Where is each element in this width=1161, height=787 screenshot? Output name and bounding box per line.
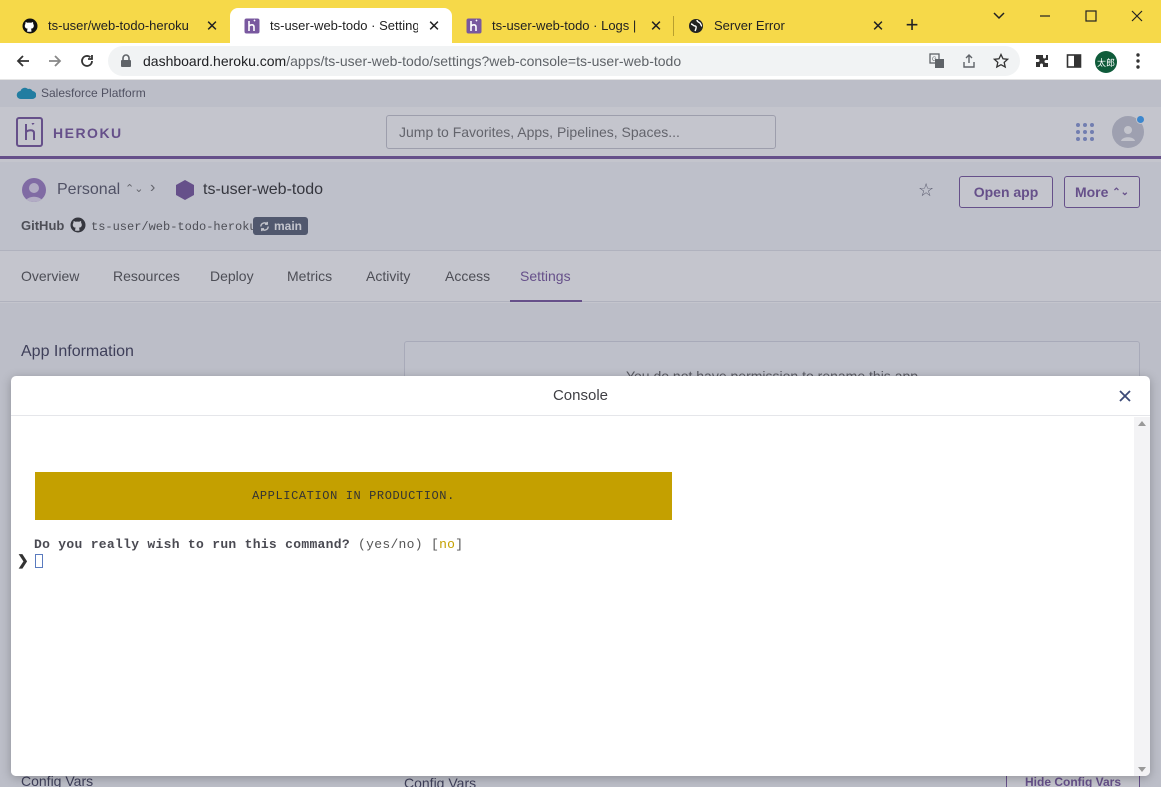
globe-icon	[688, 18, 704, 34]
scrollbar-thumb[interactable]	[1137, 431, 1147, 731]
production-warning-banner: APPLICATION IN PRODUCTION.	[35, 472, 672, 520]
profile-avatar[interactable]: 太郎	[1095, 51, 1117, 73]
address-bar[interactable]: dashboard.heroku.com/apps/ts-user-web-to…	[108, 46, 1020, 76]
browser-toolbar: dashboard.heroku.com/apps/ts-user-web-to…	[0, 43, 1161, 80]
reload-icon[interactable]	[75, 49, 99, 73]
tab-search-chevron-icon[interactable]	[987, 5, 1011, 27]
new-tab-button[interactable]: +	[900, 14, 924, 38]
close-icon[interactable]	[1116, 387, 1134, 405]
window-close-icon[interactable]	[1125, 5, 1149, 27]
menu-kebab-icon[interactable]	[1128, 51, 1148, 71]
browser-tab-github[interactable]: ts-user/web-todo-heroku ✕	[8, 8, 230, 43]
modal-title: Console	[552, 387, 609, 404]
confirm-prompt: Do you really wish to run this command? …	[34, 537, 463, 552]
close-icon[interactable]: ✕	[204, 18, 220, 35]
side-panel-icon[interactable]	[1064, 51, 1084, 71]
browser-tab-server-error[interactable]: Server Error ✕	[674, 8, 896, 43]
prompt-options: (yes/no)	[349, 537, 431, 552]
prompt-question: Do you really wish to run this command?	[34, 537, 350, 552]
console-modal: Console APPLICATION IN PRODUCTION. Do yo…	[11, 376, 1150, 776]
extensions-icon[interactable]	[1032, 51, 1052, 71]
back-icon[interactable]	[11, 49, 35, 73]
prompt-caret-icon: ❯	[17, 554, 29, 570]
prompt-default-close: ]	[455, 537, 464, 552]
modal-header: Console	[11, 376, 1150, 416]
scroll-down-icon[interactable]	[1138, 767, 1146, 772]
forward-icon[interactable]	[43, 49, 67, 73]
terminal-scrollbar[interactable]	[1134, 417, 1150, 776]
tab-title: ts-user-web-todo · Logs | Heroku	[492, 18, 640, 33]
close-icon[interactable]: ✕	[870, 18, 886, 35]
tab-title: ts-user-web-todo · Settings | Heroku	[270, 18, 418, 33]
prompt-default-open: [	[430, 537, 440, 552]
maximize-icon[interactable]	[1079, 5, 1103, 27]
tab-title: Server Error	[714, 18, 785, 33]
terminal-cursor[interactable]	[35, 554, 43, 568]
heroku-icon	[466, 18, 482, 34]
translate-icon[interactable]: G	[928, 52, 946, 70]
scroll-up-icon[interactable]	[1138, 421, 1146, 426]
prompt-default: no	[439, 537, 456, 552]
url-text: dashboard.heroku.com/apps/ts-user-web-to…	[143, 53, 682, 69]
github-icon	[22, 18, 38, 34]
browser-tab-bar: ts-user/web-todo-heroku ✕ ts-user-web-to…	[0, 0, 1161, 43]
close-icon[interactable]: ✕	[426, 18, 442, 35]
heroku-icon	[244, 18, 260, 34]
share-icon[interactable]	[960, 52, 978, 70]
console-terminal[interactable]: APPLICATION IN PRODUCTION. Do you really…	[11, 417, 1133, 776]
lock-icon[interactable]	[120, 54, 132, 73]
browser-tab-logs[interactable]: ts-user-web-todo · Logs | Heroku ✕	[452, 8, 674, 43]
close-icon[interactable]: ✕	[648, 18, 664, 35]
browser-tab-settings[interactable]: ts-user-web-todo · Settings | Heroku ✕	[230, 8, 452, 43]
tab-title: ts-user/web-todo-heroku	[48, 18, 189, 33]
bookmark-star-icon[interactable]	[992, 52, 1010, 70]
minimize-icon[interactable]	[1033, 5, 1057, 27]
svg-text:G: G	[932, 57, 937, 63]
